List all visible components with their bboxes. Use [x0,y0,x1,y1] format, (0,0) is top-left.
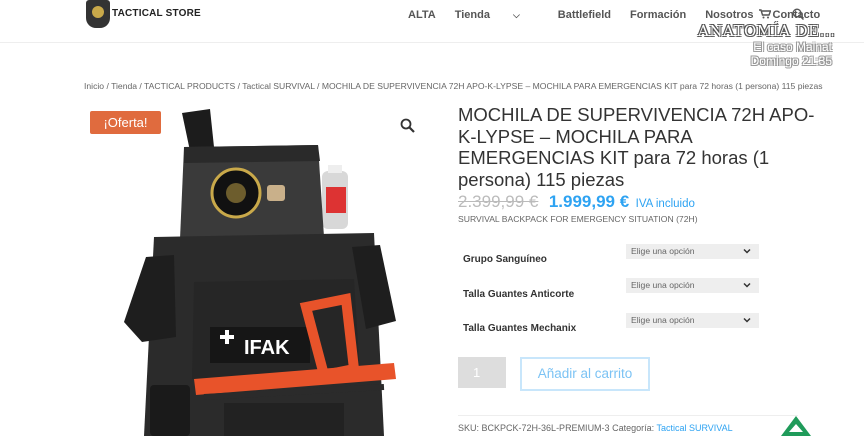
product-title: MOCHILA DE SUPERVIVENCIA 72H APO-K-LYPSE… [458,104,815,190]
ifak-patch-text: IFAK [244,337,290,359]
back-to-top-icon[interactable] [781,416,811,436]
tax-note: IVA incluido [635,198,695,210]
nav-item-alta[interactable]: ALTA [408,9,436,21]
nav-item-formacion[interactable]: Formación [630,9,686,21]
site-header: 911 TACTICAL STORE ALTA Tienda ⌵ Battlefi… [0,0,864,43]
variation-select-mechanix-glove-size[interactable]: Elige una opción [626,313,759,328]
chevron-down-icon [743,282,751,288]
nav-item-tienda[interactable]: Tienda ⌵ [455,9,539,21]
breadcrumb[interactable]: Inicio / Tienda / TACTICAL PRODUCTS / Ta… [84,81,823,91]
variation-label-cut-glove-size: Talla Guantes Anticorte [463,289,575,300]
main-nav: ALTA Tienda ⌵ Battlefield Formación Nosot… [408,9,839,21]
quantity-input[interactable]: 1 [458,357,506,388]
logo-shield-icon [86,0,110,28]
variation-label-blood-type: Grupo Sanguíneo [463,254,547,265]
cart-icon[interactable] [759,9,771,19]
variation-select-blood-type[interactable]: Elige una opción [626,244,759,259]
product-subtitle: SURVIVAL BACKPACK FOR EMERGENCY SITUATIO… [458,214,698,224]
old-price: 2.399,99 € [458,192,539,211]
variation-select-value: Elige una opción [631,315,695,325]
zoom-icon[interactable] [400,118,415,133]
sale-badge: ¡Oferta! [90,111,161,134]
sale-price: 1.999,99 € [548,192,630,211]
sku-value: BCKPCK-72H-36L-PREMIUM-3 [481,423,610,433]
product-image[interactable]: IFAK [84,107,430,436]
nav-item-tienda-label: Tienda [454,9,490,21]
nav-item-nosotros[interactable]: Nosotros [705,9,753,21]
price-block: 2.399,99 € 1.999,99 € IVA incluido [458,192,695,212]
logo-text: TACTICAL STORE [112,8,201,19]
sku-label: SKU: [458,423,480,433]
variation-select-value: Elige una opción [631,246,695,256]
product-meta: SKU: BCKPCK-72H-36L-PREMIUM-3 Categoría:… [458,415,798,433]
nav-item-battlefield[interactable]: Battlefield [558,9,611,21]
site-logo[interactable]: 911 TACTICAL STORE [84,0,201,35]
overlay-line-2: Domingo 21:35 [750,54,832,68]
variation-select-value: Elige una opción [631,280,695,290]
variation-select-cut-glove-size[interactable]: Elige una opción [626,278,759,293]
chevron-down-icon: ⌵ [512,10,520,20]
chevron-down-icon [743,317,751,323]
search-icon[interactable] [792,8,804,20]
category-label: Categoría: [612,423,655,433]
category-link[interactable]: Tactical SURVIVAL [656,423,732,433]
variation-label-mechanix-glove-size: Talla Guantes Mechanix [463,323,577,334]
chevron-down-icon [743,248,751,254]
add-to-cart-button[interactable]: Añadir al carrito [520,357,650,391]
backpack-illustration: IFAK [124,109,396,436]
